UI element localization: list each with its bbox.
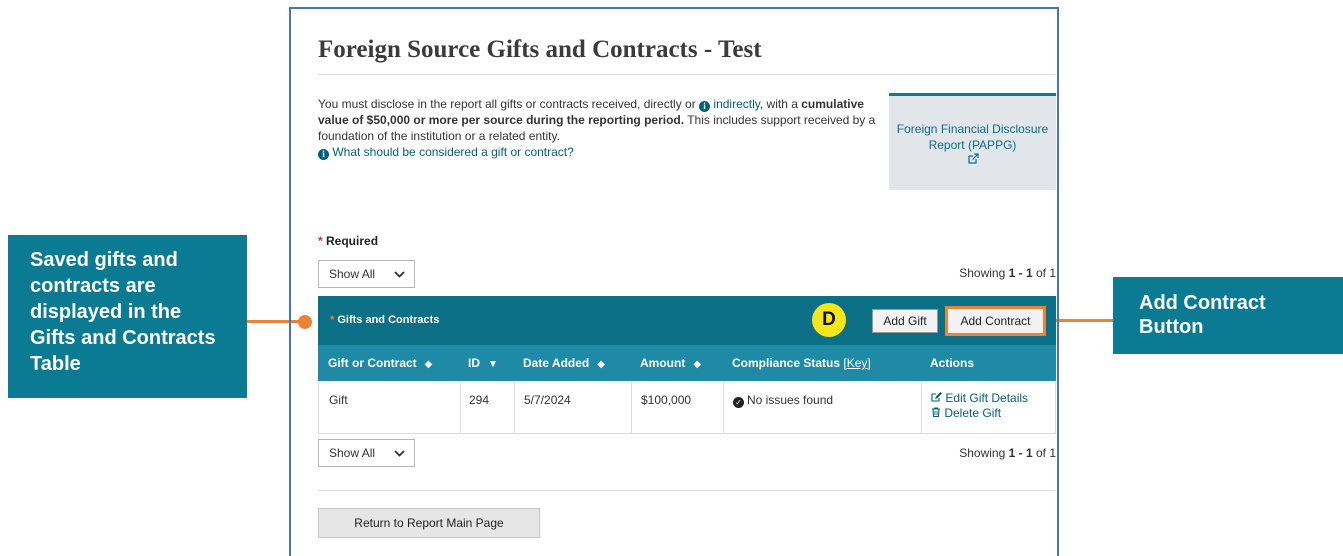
info-icon: i bbox=[699, 101, 711, 112]
cell-type: Gift bbox=[329, 393, 348, 407]
col-header-amount[interactable]: Amount ◆ bbox=[640, 345, 701, 381]
table-row: Gift 294 5/7/2024 $100,000 ✓ No issues fo… bbox=[318, 381, 1056, 434]
col-header-id[interactable]: ID ▼ bbox=[468, 345, 498, 381]
column-divider bbox=[723, 381, 724, 433]
required-text: Required bbox=[326, 234, 379, 248]
callout-gifts-table: Saved gifts and contracts are displayed … bbox=[8, 235, 247, 398]
page-size-value: Show All bbox=[329, 446, 376, 460]
col-header-type-label: Gift or Contract bbox=[328, 356, 417, 370]
trash-icon bbox=[931, 406, 944, 420]
showing-count-bottom: Showing 1 - 1 of 1 bbox=[950, 446, 1056, 460]
help-link[interactable]: What should be considered a gift or cont… bbox=[332, 145, 573, 159]
delete-gift-label: Delete Gift bbox=[944, 406, 1002, 420]
cell-date: 5/7/2024 bbox=[524, 393, 571, 407]
intro-text: You must disclose in the report all gift… bbox=[318, 96, 878, 160]
table-title: * Gifts and Contracts bbox=[330, 314, 439, 326]
step-badge: D bbox=[812, 303, 846, 337]
edit-icon bbox=[931, 391, 945, 405]
page-size-select-bottom[interactable]: Show All bbox=[318, 439, 415, 467]
showing-suffix: of 1 bbox=[1032, 266, 1056, 280]
callout-right-text: Add Contract Button bbox=[1139, 292, 1266, 338]
showing-prefix: Showing bbox=[959, 266, 1009, 280]
page-title: Foreign Source Gifts and Contracts - Tes… bbox=[318, 36, 762, 63]
cell-id: 294 bbox=[469, 393, 490, 407]
report-card-label: Foreign Financial Disclosure Report (PAP… bbox=[896, 122, 1049, 152]
external-link-icon bbox=[967, 153, 979, 168]
col-header-actions-label: Actions bbox=[930, 356, 975, 370]
sort-icon: ◆ bbox=[424, 359, 433, 370]
showing-range: 1 - 1 bbox=[1008, 446, 1033, 460]
col-header-compliance-label: Compliance Status bbox=[732, 356, 841, 370]
col-header-id-label: ID bbox=[468, 356, 480, 370]
report-card-link[interactable]: Foreign Financial Disclosure Report (PAP… bbox=[889, 93, 1056, 190]
check-circle-icon: ✓ bbox=[733, 397, 744, 408]
col-header-actions: Actions bbox=[930, 345, 974, 381]
edit-gift-label: Edit Gift Details bbox=[945, 391, 1029, 405]
col-header-date-label: Date Added bbox=[523, 356, 590, 370]
required-label: * Required bbox=[318, 234, 378, 248]
col-header-date[interactable]: Date Added ◆ bbox=[523, 345, 605, 381]
table-header-row: Gift or Contract ◆ ID ▼ Date Added ◆ Amount… bbox=[318, 345, 1056, 381]
showing-suffix: of 1 bbox=[1032, 446, 1056, 460]
page-size-select-top[interactable]: Show All bbox=[318, 260, 415, 288]
column-divider bbox=[514, 381, 515, 433]
cell-amount: $100,000 bbox=[641, 393, 692, 407]
return-to-report-button[interactable]: Return to Report Main Page bbox=[318, 508, 540, 538]
add-contract-button[interactable]: Add Contract bbox=[945, 306, 1046, 336]
info-icon: i bbox=[318, 149, 329, 160]
callout-add-contract: Add Contract Button bbox=[1113, 277, 1343, 354]
cell-actions: Edit Gift Details Delete Gift bbox=[931, 391, 1028, 421]
compliance-key-link[interactable]: [Key] bbox=[843, 356, 870, 370]
showing-prefix: Showing bbox=[959, 446, 1009, 460]
sort-desc-icon: ▼ bbox=[488, 359, 498, 370]
title-divider bbox=[318, 74, 1056, 75]
indirectly-link[interactable]: indirectly bbox=[713, 97, 759, 111]
column-divider bbox=[631, 381, 632, 433]
column-divider bbox=[460, 381, 461, 433]
required-star: * bbox=[318, 234, 323, 248]
col-header-compliance: Compliance Status [Key] bbox=[732, 345, 871, 381]
showing-range: 1 - 1 bbox=[1008, 266, 1033, 280]
chevron-down-icon bbox=[394, 261, 405, 296]
chevron-down-icon bbox=[394, 440, 405, 475]
footer-divider bbox=[318, 490, 1056, 491]
page-size-value: Show All bbox=[329, 267, 376, 281]
column-divider bbox=[921, 381, 922, 433]
delete-gift-link[interactable]: Delete Gift bbox=[931, 406, 1028, 421]
table-title-text: Gifts and Contracts bbox=[337, 314, 440, 326]
add-gift-button[interactable]: Add Gift bbox=[872, 309, 938, 333]
col-header-amount-label: Amount bbox=[640, 356, 686, 370]
showing-count-top: Showing 1 - 1 of 1 bbox=[950, 266, 1056, 280]
compliance-text: No issues found bbox=[747, 393, 834, 407]
required-star: * bbox=[330, 314, 335, 326]
callout-left-text: Saved gifts and contracts are displayed … bbox=[30, 249, 216, 375]
sort-icon: ◆ bbox=[693, 359, 702, 370]
cell-compliance: ✓ No issues found bbox=[733, 393, 833, 408]
edit-gift-link[interactable]: Edit Gift Details bbox=[931, 391, 1028, 406]
intro-part2: , with a bbox=[759, 97, 802, 111]
sort-icon: ◆ bbox=[597, 359, 605, 370]
intro-part1: You must disclose in the report all gift… bbox=[318, 97, 700, 111]
col-header-type[interactable]: Gift or Contract ◆ bbox=[328, 345, 432, 381]
